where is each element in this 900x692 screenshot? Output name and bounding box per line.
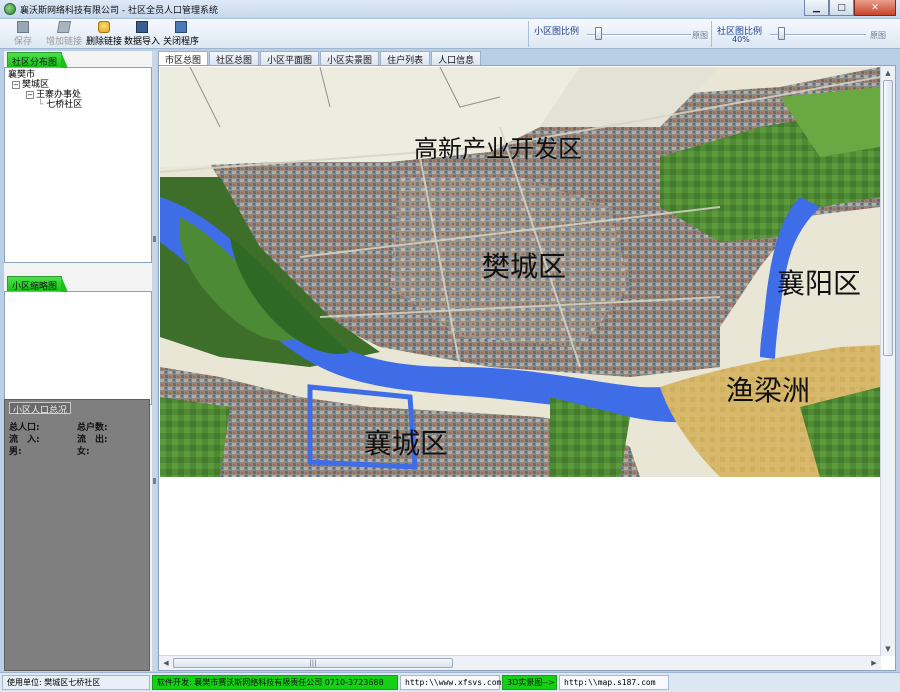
tab-community-map[interactable]: 社区总图	[209, 51, 260, 66]
small-scale-end-label: 原图	[692, 31, 708, 40]
save-button[interactable]: 保存	[14, 21, 32, 47]
community-scale-end-label: 原图	[870, 31, 886, 40]
horizontal-scrollbar[interactable]: ◀ ||| ▶	[159, 655, 881, 670]
community-scale-value: 40%	[732, 35, 750, 44]
map-label-xiangyang: 襄阳区	[777, 267, 862, 300]
view-tabs: 市区总图 社区总图 小区平面图 小区实景图 住户列表 人口信息	[158, 51, 896, 66]
community-scale-control: 社区图比例 40% 原图	[711, 21, 900, 47]
window-controls: ▁ □ ✕	[804, 0, 896, 17]
minimize-button[interactable]: ▁	[804, 0, 829, 16]
tab-city-map[interactable]: 市区总图	[158, 51, 209, 66]
close-icon: ✕	[871, 2, 879, 13]
vertical-scroll-thumb[interactable]	[883, 80, 893, 356]
delete-link-icon	[98, 21, 110, 33]
map-label-yuliangzhou: 渔梁洲	[726, 374, 811, 407]
population-summary-panel: 小区人口总况 总人口: 总户数: 流 入: 流 出: 男: 女:	[4, 399, 150, 671]
small-scale-label: 小区图比例	[534, 27, 580, 37]
splitter-grip[interactable]	[153, 478, 156, 484]
scroll-right-icon[interactable]: ▶	[867, 656, 881, 670]
community-tree: 襄樊市 − 樊城区 − 王寨办事处 └ 七桥社区	[4, 67, 152, 263]
distribution-header: 社区分布图	[4, 51, 152, 68]
population-summary-tab: 小区人口总况	[9, 402, 72, 416]
status-site-link[interactable]: http:\\www.xfsvs.com	[400, 675, 501, 690]
maximize-icon: □	[837, 2, 846, 13]
add-link-button[interactable]: 增加链接	[46, 21, 82, 47]
panel-splitter[interactable]	[152, 51, 157, 671]
tree-collapse-icon[interactable]: −	[26, 90, 34, 99]
status-bar: 使用单位: 樊城区七桥社区 软件开发: 襄樊市赛沃斯网络科技有限责任公司 071…	[0, 672, 900, 692]
close-button[interactable]: ✕	[854, 0, 896, 16]
import-label: 数据导入	[124, 37, 161, 47]
tab-realview-map[interactable]: 小区实景图	[320, 51, 380, 66]
delete-link-label: 删除链接	[86, 37, 123, 47]
distribution-tab[interactable]: 社区分布图	[7, 52, 69, 68]
map-label-gaoxin: 高新产业开发区	[414, 135, 582, 163]
city-map-image[interactable]: 高新产业开发区 樊城区 襄阳区 渔梁洲 襄城区	[160, 67, 880, 477]
small-scale-thumb[interactable]	[595, 27, 603, 40]
title-bar: 襄沃斯网络科技有限公司 - 社区全员人口管理系统 ▁ □ ✕	[0, 0, 900, 19]
vertical-scrollbar[interactable]: ▲ ▼	[880, 66, 895, 656]
save-icon	[17, 21, 29, 33]
small-scale-control: 小区图比例 原图	[528, 21, 710, 47]
map-view: 高新产业开发区 樊城区 襄阳区 渔梁洲 襄城区 ▲ ▼ ◀ ||| ▶	[158, 65, 896, 671]
thumbnail-view	[4, 291, 152, 405]
map-label-xiangcheng: 襄城区	[364, 427, 449, 460]
thumbnail-header: 小区缩略图	[4, 275, 152, 292]
status-map-link[interactable]: http:\\map.s187.com	[559, 675, 669, 690]
tree-collapse-icon[interactable]: −	[12, 80, 20, 89]
tree-item-district[interactable]: − 樊城区	[8, 80, 148, 90]
add-link-icon	[56, 21, 72, 33]
app-icon	[4, 3, 16, 15]
tree-item-office[interactable]: − 王寨办事处	[8, 90, 148, 100]
import-button[interactable]: 数据导入	[124, 21, 160, 47]
add-link-label: 增加链接	[46, 37, 83, 47]
scroll-up-icon[interactable]: ▲	[881, 66, 895, 80]
save-label: 保存	[14, 37, 33, 47]
tree-item-community[interactable]: └ 七桥社区	[8, 100, 148, 110]
minimize-icon: ▁	[813, 2, 820, 13]
maximize-button[interactable]: □	[829, 0, 854, 16]
splitter-grip[interactable]	[153, 236, 156, 242]
window-title: 襄沃斯网络科技有限公司 - 社区全员人口管理系统	[20, 6, 218, 16]
community-scale-thumb[interactable]	[777, 27, 785, 40]
tab-population-info[interactable]: 人口信息	[431, 51, 482, 66]
horizontal-scroll-thumb[interactable]: |||	[173, 658, 453, 668]
exit-button[interactable]: 关闭程序	[163, 21, 199, 47]
status-developer: 软件开发: 襄樊市赛沃斯网络科技有限责任公司 0710-3723688	[152, 675, 398, 690]
tree-item-root[interactable]: 襄樊市	[8, 70, 148, 80]
import-icon	[136, 21, 148, 33]
thumbnail-tab[interactable]: 小区缩略图	[7, 276, 69, 292]
female-label: 女:	[77, 447, 90, 457]
status-unit: 使用单位: 樊城区七桥社区	[2, 675, 150, 690]
tab-plan-map[interactable]: 小区平面图	[260, 51, 320, 66]
scroll-down-icon[interactable]: ▼	[881, 642, 895, 656]
delete-link-button[interactable]: 删除链接	[86, 21, 122, 47]
scroll-left-icon[interactable]: ◀	[159, 656, 173, 670]
exit-label: 关闭程序	[163, 37, 200, 47]
status-realview: 3D实景图-->	[502, 675, 557, 690]
small-scale-track[interactable]	[587, 34, 691, 36]
male-label: 男:	[9, 447, 22, 457]
exit-icon	[175, 21, 187, 33]
map-label-fancheng: 樊城区	[482, 250, 567, 283]
tab-resident-list[interactable]: 住户列表	[380, 51, 431, 66]
